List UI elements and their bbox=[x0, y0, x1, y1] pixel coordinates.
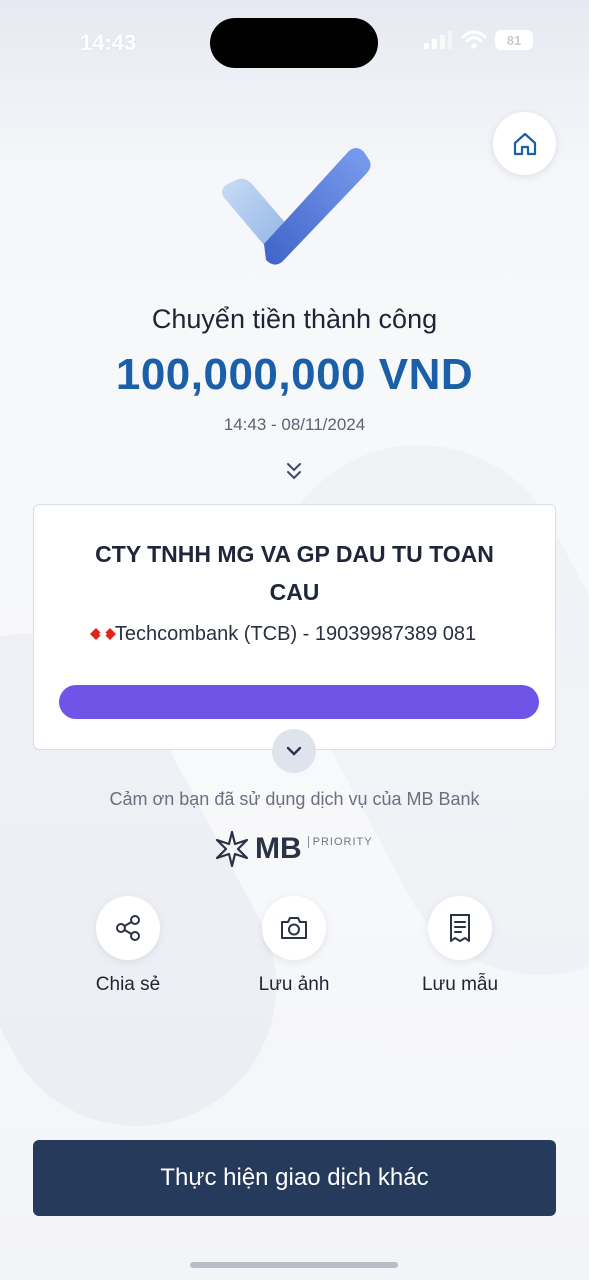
share-button[interactable] bbox=[96, 896, 160, 960]
share-action[interactable]: Chia sẻ bbox=[68, 896, 188, 996]
recipient-name: CTY TNHH MG VA GP DAU TU TOAN CAU bbox=[95, 541, 494, 605]
recipient-card: CTY TNHH MG VA GP DAU TU TOAN CAU Techco… bbox=[33, 504, 556, 750]
share-icon bbox=[116, 915, 140, 941]
save-template-button[interactable] bbox=[428, 896, 492, 960]
wifi-icon bbox=[461, 30, 487, 49]
home-indicator bbox=[190, 1262, 398, 1268]
signal-icon bbox=[424, 31, 452, 49]
mb-logo-text: MB bbox=[255, 832, 302, 865]
transfer-datetime: 14:43 - 08/11/2024 bbox=[223, 415, 366, 434]
thanks-message: Cảm ơn bạn đã sử dụng dịch vụ của MB Ban… bbox=[109, 789, 480, 809]
battery-icon: 81 bbox=[495, 30, 533, 50]
bank-account: Techcombank (TCB) - 19039987389 081 bbox=[114, 623, 477, 645]
save-template-action[interactable]: Lưu mẫu bbox=[400, 896, 520, 996]
mb-star-icon bbox=[215, 830, 249, 868]
save-image-label: Lưu ảnh bbox=[258, 974, 330, 995]
mb-tier-label: PRIORITY bbox=[307, 836, 373, 848]
success-check-icon bbox=[222, 148, 371, 265]
chevron-down-icon bbox=[286, 746, 302, 756]
transfer-amount: 100,000,000 VND bbox=[115, 350, 474, 399]
new-transaction-button[interactable]: Thực hiện giao dịch khác bbox=[33, 1140, 556, 1216]
redaction-mark bbox=[59, 685, 539, 719]
share-label: Chia sẻ bbox=[95, 974, 161, 995]
save-image-action[interactable]: Lưu ảnh bbox=[234, 896, 354, 996]
template-icon bbox=[450, 914, 470, 942]
save-image-button[interactable] bbox=[262, 896, 326, 960]
double-chevron-down-icon[interactable] bbox=[284, 460, 304, 482]
mb-priority-logo: MB PRIORITY bbox=[213, 830, 373, 868]
result-title: Chuyển tiền thành công bbox=[151, 304, 438, 334]
save-template-label: Lưu mẫu bbox=[421, 974, 499, 995]
status-time: 14:43 bbox=[80, 30, 137, 55]
camera-icon bbox=[281, 917, 307, 939]
status-icons: 81 bbox=[423, 30, 533, 50]
home-button[interactable] bbox=[493, 112, 556, 175]
home-icon bbox=[513, 132, 536, 155]
dynamic-island bbox=[210, 18, 378, 68]
expand-details-button[interactable] bbox=[272, 729, 316, 773]
